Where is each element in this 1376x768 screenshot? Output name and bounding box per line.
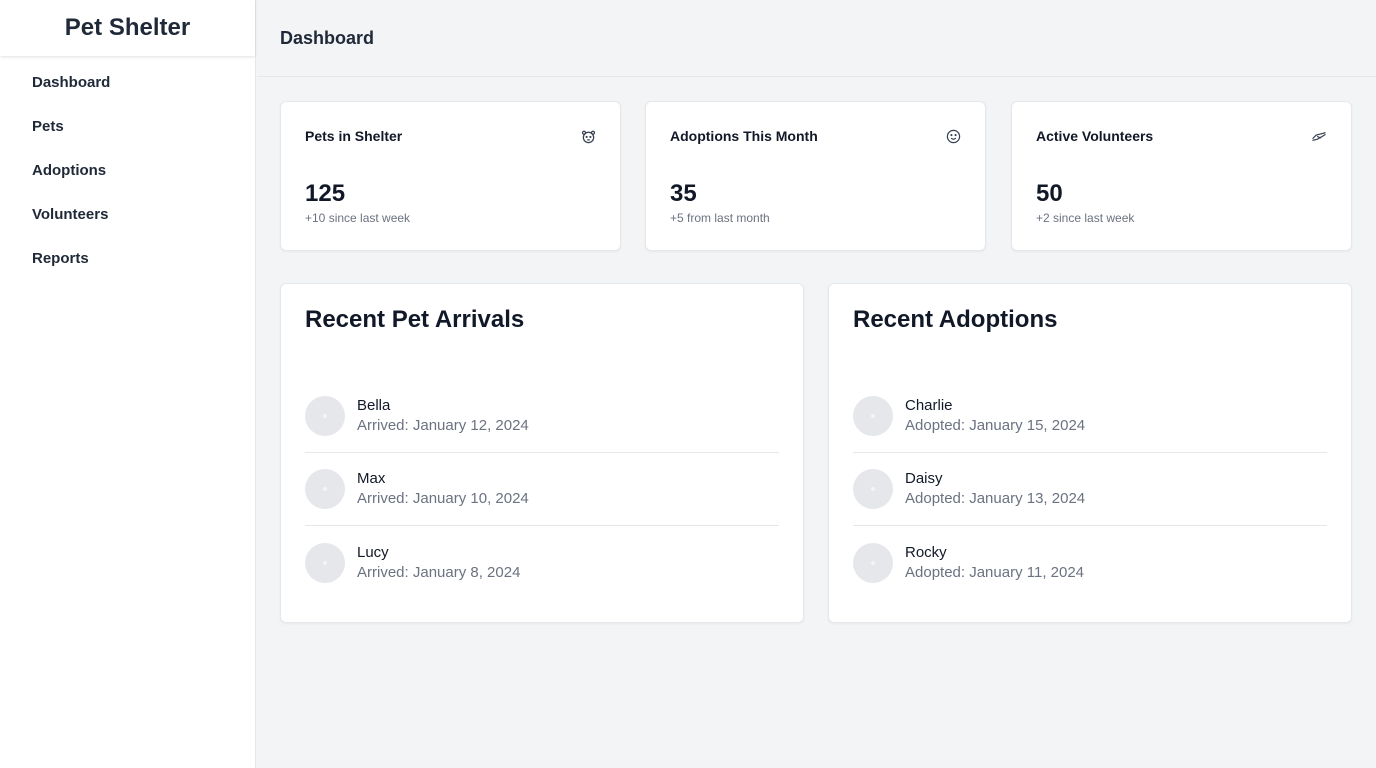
stat-card-adoptions: Adoptions This Month 35 +5 from last mon…: [645, 101, 986, 251]
avatar: [853, 542, 893, 583]
arrivals-list: Bella Arrived: January 12, 2024 Max Arri…: [305, 380, 779, 599]
section-title: Recent Adoptions: [853, 306, 1058, 333]
adoption-date: Adopted: January 15, 2024: [905, 417, 1086, 434]
stat-title: Pets in Shelter: [305, 128, 403, 144]
sidebar-item-volunteers[interactable]: Volunteers: [0, 192, 255, 236]
avatar: [853, 396, 893, 436]
recent-adoptions-card: Recent Adoptions Charlie Adopted: Januar…: [828, 283, 1352, 623]
stat-card-pets: Pets in Shelter 125 +10 since last week: [280, 101, 621, 251]
adoption-date: Adopted: January 11, 2024: [905, 563, 1085, 581]
arrival-date: Arrived: January 10, 2024: [357, 490, 529, 507]
arrival-date: Arrived: January 8, 2024: [357, 563, 521, 581]
smile-icon: [945, 128, 961, 144]
recent-arrivals-card: Recent Pet Arrivals Bella Arrived: Janua…: [280, 283, 804, 623]
pet-name: Bella: [357, 397, 391, 414]
stat-change: +10 since last week: [305, 211, 411, 225]
stat-title: Adoptions This Month: [670, 128, 818, 144]
stat-value: 35: [670, 180, 697, 207]
list-item[interactable]: Bella Arrived: January 12, 2024: [305, 380, 779, 453]
list-item[interactable]: Daisy Adopted: January 13, 2024: [853, 453, 1327, 526]
stat-change: +2 since last week: [1036, 211, 1135, 225]
sidebar-item-reports[interactable]: Reports: [0, 236, 255, 280]
page-header: Dashboard: [257, 0, 1376, 77]
list-item[interactable]: Charlie Adopted: January 15, 2024: [853, 380, 1327, 453]
adoptions-list: Charlie Adopted: January 15, 2024 Daisy …: [853, 380, 1327, 599]
stat-change: +5 from last month: [670, 211, 770, 225]
stat-value: 125: [305, 180, 346, 207]
pet-name: Charlie: [905, 397, 953, 414]
sidebar-item-adoptions[interactable]: Adoptions: [0, 148, 255, 192]
pet-name: Rocky: [905, 543, 947, 561]
sidebar-item-dashboard[interactable]: Dashboard: [0, 60, 255, 104]
adoption-date: Adopted: January 13, 2024: [905, 490, 1086, 507]
sidebar-item-pets[interactable]: Pets: [0, 104, 255, 148]
pet-name: Max: [357, 470, 386, 487]
list-item[interactable]: Lucy Arrived: January 8, 2024: [305, 526, 779, 599]
handshake-icon: [1311, 128, 1327, 144]
paw-icon: [580, 128, 596, 144]
pet-name: Daisy: [905, 470, 943, 487]
stat-card-volunteers: Active Volunteers 50 +2 since last week: [1011, 101, 1352, 251]
arrival-date: Arrived: January 12, 2024: [357, 417, 529, 434]
sidebar: Pet Shelter Dashboard Pets Adoptions Vol…: [0, 0, 256, 768]
section-title: Recent Pet Arrivals: [305, 306, 525, 333]
avatar: [305, 469, 345, 509]
sidebar-nav: Dashboard Pets Adoptions Volunteers Repo…: [0, 56, 255, 280]
avatar: [305, 396, 345, 436]
list-item[interactable]: Rocky Adopted: January 11, 2024: [853, 526, 1327, 599]
list-item[interactable]: Max Arrived: January 10, 2024: [305, 453, 779, 526]
page-title: Dashboard: [280, 27, 375, 48]
avatar: [853, 469, 893, 509]
avatar: [305, 542, 345, 583]
app-brand: Pet Shelter: [0, 0, 255, 56]
stat-value: 50: [1036, 180, 1063, 207]
pet-name: Lucy: [357, 543, 389, 561]
stat-title: Active Volunteers: [1036, 128, 1154, 144]
